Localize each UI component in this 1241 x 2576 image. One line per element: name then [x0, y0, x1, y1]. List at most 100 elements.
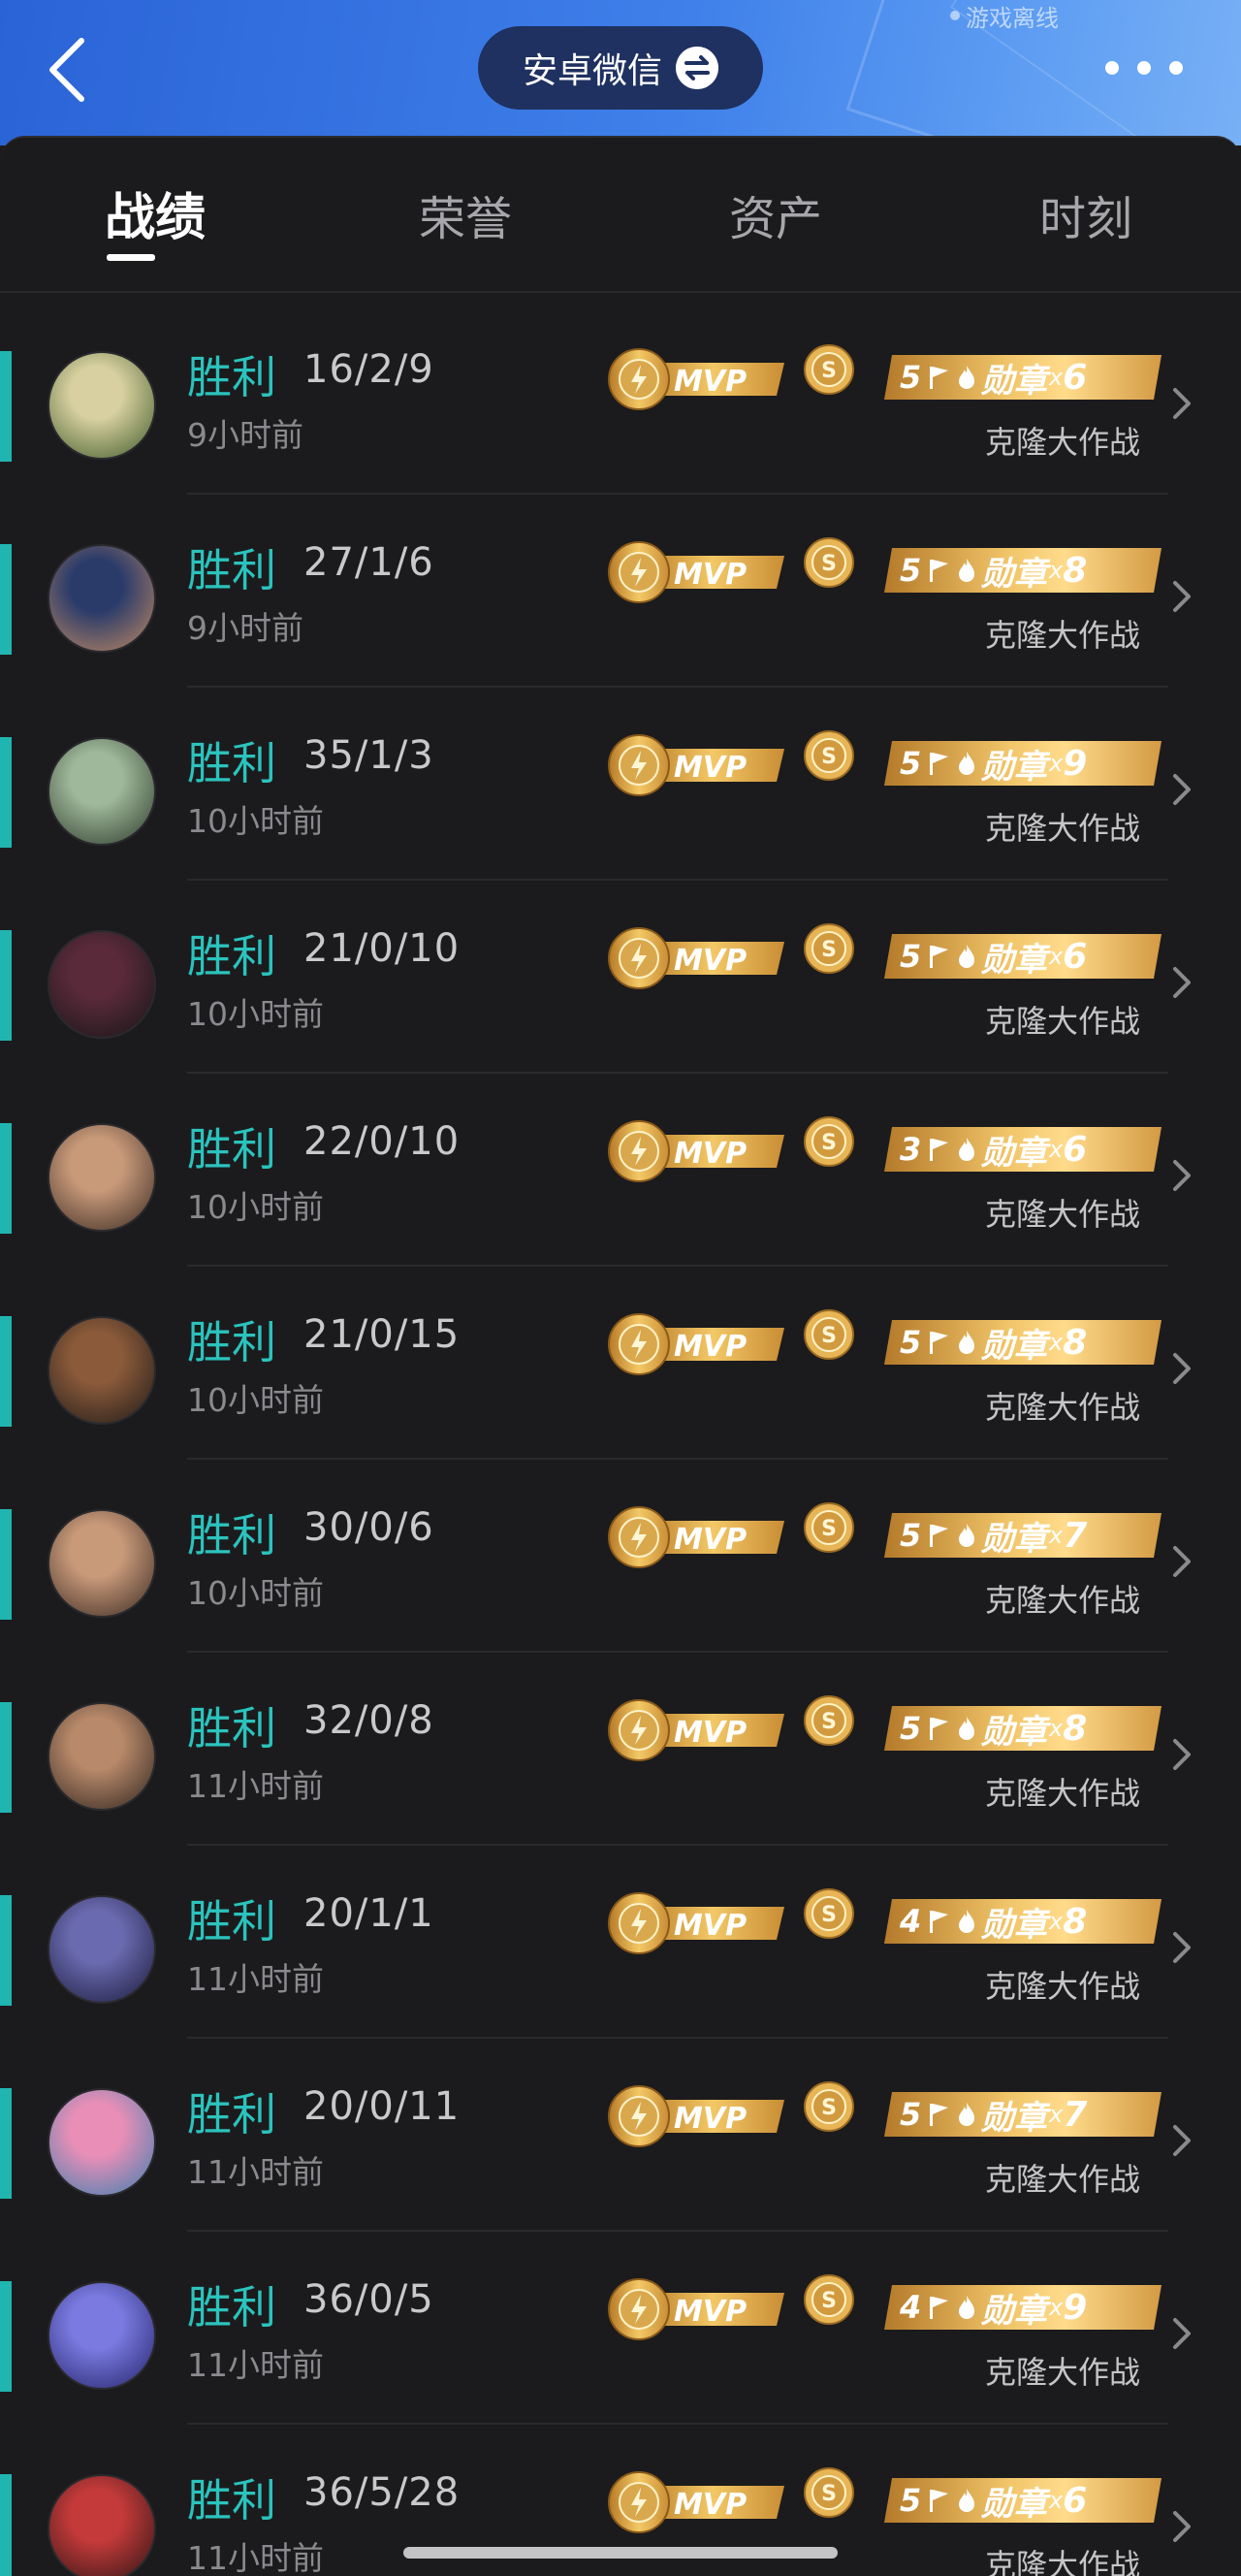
match-result: 胜利	[187, 1895, 276, 1948]
chevron-right-icon[interactable]	[1171, 963, 1194, 1002]
match-row[interactable]: 胜利 35/1/3 10小时前 MVP S 5 勋章 x 9 克隆大作战	[0, 687, 1241, 881]
medal-label: 勋章	[981, 554, 1047, 594]
match-result: 胜利	[187, 930, 276, 982]
tab-honor[interactable]: 荣誉	[349, 180, 582, 248]
match-row[interactable]: 胜利 27/1/6 9小时前 MVP S 5 勋章 x 8 克隆大作战	[0, 494, 1241, 688]
win-indicator-bar	[0, 2088, 12, 2199]
times-sign: x	[1049, 1908, 1064, 1935]
match-row[interactable]: 胜利 20/0/11 11小时前 MVP S 5 勋章 x 7 克隆大作战	[0, 2038, 1241, 2232]
medal-level: 4	[900, 2289, 922, 2326]
times-sign: x	[1049, 1136, 1064, 1163]
flag-icon	[927, 750, 950, 777]
match-row[interactable]: 胜利 30/0/6 10小时前 MVP S 5 勋章 x 7 克隆大作战	[0, 1459, 1241, 1653]
kda-score: 32/0/8	[303, 1698, 434, 1743]
chevron-left-icon[interactable]	[43, 31, 101, 109]
flag-icon	[927, 1908, 950, 1935]
chevron-right-icon[interactable]	[1171, 1349, 1194, 1388]
win-indicator-bar	[0, 930, 12, 1041]
medal-label: 勋章	[981, 940, 1047, 980]
svg-text:S: S	[821, 359, 837, 383]
medal-level: 5	[900, 2482, 922, 2519]
times-sign: x	[1049, 557, 1064, 584]
flame-icon	[956, 1908, 977, 1935]
match-row[interactable]: 胜利 32/0/8 11小时前 MVP S 5 勋章 x 8 克隆大作战	[0, 1652, 1241, 1846]
offline-status-text: 游戏离线	[966, 4, 1059, 32]
flame-icon	[956, 2294, 977, 2321]
home-indicator[interactable]	[403, 2547, 838, 2559]
svg-text:MVP: MVP	[674, 2102, 747, 2136]
medal-level: 5	[900, 938, 922, 975]
chevron-right-icon[interactable]	[1171, 1542, 1194, 1581]
account-label: 安卓微信	[522, 51, 662, 91]
svg-text:S: S	[821, 1324, 837, 1348]
match-row[interactable]: 胜利 16/2/9 9小时前 MVP S 5 勋章 x 6 克隆大作战	[0, 301, 1241, 495]
match-time: 10小时前	[187, 1188, 324, 1226]
match-time: 10小时前	[187, 1381, 324, 1419]
chevron-right-icon[interactable]	[1171, 1928, 1194, 1967]
kda-score: 20/1/1	[303, 1891, 434, 1936]
medal-level: 5	[900, 1710, 922, 1747]
chevron-right-icon[interactable]	[1171, 2507, 1194, 2546]
svg-text:S: S	[821, 1131, 837, 1155]
match-row[interactable]: 胜利 36/0/5 11小时前 MVP S 4 勋章 x 9 克隆大作战	[0, 2231, 1241, 2425]
mvp-badge-icon: MVP	[608, 2278, 784, 2340]
svg-text:MVP: MVP	[674, 2295, 747, 2329]
kda-score: 21/0/15	[303, 1312, 461, 1357]
match-result: 胜利	[187, 2281, 276, 2334]
coin-icon: S	[804, 1116, 854, 1167]
medal-level: 5	[900, 359, 922, 396]
coin-icon: S	[804, 730, 854, 781]
game-mode: 克隆大作战	[985, 810, 1141, 847]
game-mode: 克隆大作战	[985, 1196, 1141, 1233]
mvp-badge-icon: MVP	[608, 2471, 784, 2533]
mvp-badge-icon: MVP	[608, 927, 784, 989]
svg-text:S: S	[821, 1517, 837, 1541]
svg-text:MVP: MVP	[674, 1137, 747, 1171]
swap-icon	[676, 47, 718, 89]
medal-level: 5	[900, 2096, 922, 2133]
svg-text:S: S	[821, 1903, 837, 1927]
more-dots-icon[interactable]	[1105, 52, 1183, 83]
medal-count: 6	[1063, 936, 1088, 977]
flag-icon	[927, 1715, 950, 1742]
chevron-right-icon[interactable]	[1171, 1735, 1194, 1774]
mvp-badge-icon: MVP	[608, 2085, 784, 2147]
chevron-right-icon[interactable]	[1171, 384, 1194, 423]
coin-icon: S	[804, 2467, 854, 2518]
match-row[interactable]: 胜利 21/0/10 10小时前 MVP S 5 勋章 x 6 克隆大作战	[0, 880, 1241, 1074]
chevron-right-icon[interactable]	[1171, 2121, 1194, 2160]
match-result: 胜利	[187, 2474, 276, 2527]
tab-assets[interactable]: 资产	[659, 180, 892, 248]
svg-text:MVP: MVP	[674, 1716, 747, 1750]
medal-banner: 5 勋章 x 6	[884, 355, 1161, 400]
coin-icon: S	[804, 1309, 854, 1360]
chevron-right-icon[interactable]	[1171, 1156, 1194, 1195]
kda-score: 21/0/10	[303, 926, 461, 971]
kda-score: 16/2/9	[303, 347, 434, 392]
tab-moments[interactable]: 时刻	[970, 180, 1202, 248]
medal-label: 勋章	[981, 1519, 1047, 1559]
medal-banner: 5 勋章 x 6	[884, 2478, 1161, 2523]
flag-icon	[927, 2487, 950, 2514]
match-time: 11小时前	[187, 2153, 324, 2191]
account-switch-button[interactable]: 安卓微信	[478, 26, 763, 110]
svg-text:S: S	[821, 745, 837, 769]
chevron-right-icon[interactable]	[1171, 2314, 1194, 2353]
match-row[interactable]: 胜利 20/1/1 11小时前 MVP S 4 勋章 x 8 克隆大作战	[0, 1845, 1241, 2039]
hero-avatar	[48, 351, 156, 460]
match-row[interactable]: 胜利 21/0/15 10小时前 MVP S 5 勋章 x 8 克隆大作战	[0, 1266, 1241, 1460]
status-dot-icon	[950, 11, 960, 20]
win-indicator-bar	[0, 2281, 12, 2392]
chevron-right-icon[interactable]	[1171, 770, 1194, 809]
kda-score: 36/0/5	[303, 2277, 434, 2322]
tab-records[interactable]: 战绩	[39, 177, 271, 249]
medal-count: 8	[1063, 1708, 1088, 1749]
medal-label: 勋章	[981, 2098, 1047, 2138]
svg-text:MVP: MVP	[674, 2488, 747, 2522]
svg-text:S: S	[821, 938, 837, 962]
chevron-right-icon[interactable]	[1171, 577, 1194, 616]
win-indicator-bar	[0, 1702, 12, 1813]
medal-banner: 4 勋章 x 8	[884, 1899, 1161, 1944]
match-row[interactable]: 胜利 22/0/10 10小时前 MVP S 3 勋章 x 6 克隆大作战	[0, 1073, 1241, 1267]
flame-icon	[956, 364, 977, 391]
